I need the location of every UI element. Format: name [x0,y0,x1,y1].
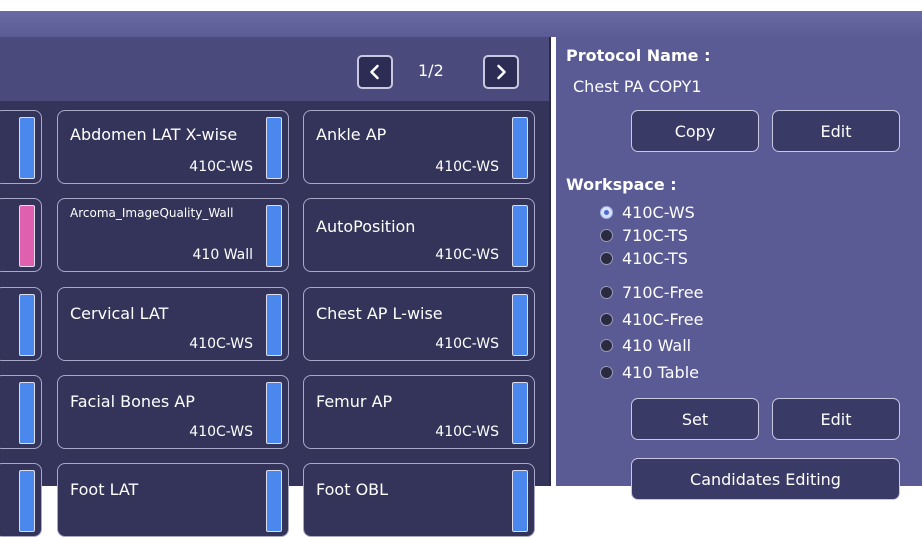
workspace-radio-label: 410C-WS [622,202,695,222]
workspace-color-bar [266,294,282,356]
workspace-radio-710c-ts[interactable]: 710C-TS [600,224,688,246]
workspace-color-bar [19,205,35,267]
protocol-card-name: Foot LAT [70,480,139,499]
protocol-card-foot-lat[interactable]: Foot LAT [57,463,289,537]
workspace-color-bar [266,470,282,532]
protocol-card-ankle-ap[interactable]: Ankle AP 410C-WS [303,110,535,184]
protocol-card-workspace: 410C-WS [189,336,253,352]
workspace-color-bar [19,117,35,179]
workspace-color-bar [512,205,528,267]
workspace-radio-label: 410 Wall [622,335,692,355]
protocol-card-name: Abdomen LAT X-wise [70,125,238,144]
protocol-edit-button[interactable]: Edit [772,110,900,152]
workspace-radio-label: 710C-TS [622,225,688,245]
protocol-card-name: Arcoma_ImageQuality_Wall [70,206,234,220]
protocol-details-panel: Protocol Name : Chest PA COPY1 Copy Edit… [556,37,922,500]
workspace-color-bar [19,382,35,444]
prev-page-button[interactable] [357,55,393,89]
workspace-label: Workspace : [566,175,677,194]
protocol-card-autoposition[interactable]: AutoPosition 410C-WS [303,198,535,272]
top-bar [0,11,922,37]
set-workspace-button[interactable]: Set [631,398,759,440]
page-indicator: 1/2 [418,61,444,80]
protocol-card[interactable] [0,198,42,272]
workspace-color-bar [512,117,528,179]
protocol-list-panel: 1/2 Abdomen LAT X-wise 410C-WS Ankle AP … [0,37,551,537]
workspace-color-bar [266,117,282,179]
workspace-radio-410c-ts[interactable]: 410C-TS [600,247,688,269]
protocol-card-name: Foot OBL [316,480,389,499]
protocol-card[interactable] [0,110,42,184]
protocol-list-header [0,37,549,101]
workspace-color-bar [512,382,528,444]
workspace-color-bar [19,294,35,356]
protocol-card-workspace: 410C-WS [435,336,499,352]
protocol-card[interactable] [0,375,42,449]
copy-button[interactable]: Copy [631,110,759,152]
radio-unselected-icon [600,338,613,352]
workspace-color-bar [19,470,35,532]
protocol-card-abdomen-lat-x-wise[interactable]: Abdomen LAT X-wise 410C-WS [57,110,289,184]
radio-unselected-icon [600,285,613,299]
workspace-color-bar [512,294,528,356]
protocol-card-name: Femur AP [316,392,393,411]
protocol-card-femur-ap[interactable]: Femur AP 410C-WS [303,375,535,449]
chevron-right-icon [497,64,506,80]
workspace-color-bar [266,382,282,444]
protocol-card-workspace: 410C-WS [435,159,499,175]
protocol-card-name: Ankle AP [316,125,387,144]
protocol-card-chest-ap-l-wise[interactable]: Chest AP L-wise 410C-WS [303,287,535,361]
workspace-radio-410c-free[interactable]: 410C-Free [600,308,703,330]
protocol-card-workspace: 410C-WS [189,159,253,175]
protocol-name-label: Protocol Name : [566,46,711,65]
protocol-card-foot-obl[interactable]: Foot OBL [303,463,535,537]
workspace-radio-label: 710C-Free [622,282,704,302]
protocol-card-name: AutoPosition [316,217,416,236]
workspace-color-bar [512,470,528,532]
workspace-radio-410c-ws[interactable]: 410C-WS [600,201,695,223]
radio-unselected-icon [600,228,613,242]
protocol-name-value: Chest PA COPY1 [573,77,702,96]
radio-unselected-icon [600,251,613,265]
protocol-card-workspace: 410C-WS [435,424,499,440]
workspace-radio-label: 410C-TS [622,248,688,268]
radio-unselected-icon [600,312,613,326]
workspace-edit-button[interactable]: Edit [772,398,900,440]
protocol-card-facial-bones-ap[interactable]: Facial Bones AP 410C-WS [57,375,289,449]
protocol-card-workspace: 410C-WS [435,247,499,263]
workspace-radio-label: 410 Table [622,362,699,382]
workspace-radio-label: 410C-Free [622,309,704,329]
protocol-card-name: Facial Bones AP [70,392,195,411]
radio-unselected-icon [600,365,613,379]
protocol-card-cervical-lat[interactable]: Cervical LAT 410C-WS [57,287,289,361]
workspace-radio-410-wall[interactable]: 410 Wall [600,334,691,356]
protocol-card-name: Cervical LAT [70,304,169,323]
protocol-card[interactable] [0,463,42,537]
chevron-left-icon [370,64,379,80]
protocol-card[interactable] [0,287,42,361]
protocol-card-workspace: 410C-WS [189,424,253,440]
workspace-radio-710c-free[interactable]: 710C-Free [600,281,703,303]
next-page-button[interactable] [483,55,519,89]
workspace-color-bar [266,205,282,267]
workspace-radio-410-table[interactable]: 410 Table [600,361,699,383]
radio-selected-icon [600,205,613,219]
protocol-card-workspace: 410 Wall [192,247,253,263]
protocol-card-arcoma-imagequality-wall[interactable]: Arcoma_ImageQuality_Wall 410 Wall [57,198,289,272]
protocol-card-name: Chest AP L-wise [316,304,443,323]
candidates-editing-button[interactable]: Candidates Editing [631,458,900,500]
